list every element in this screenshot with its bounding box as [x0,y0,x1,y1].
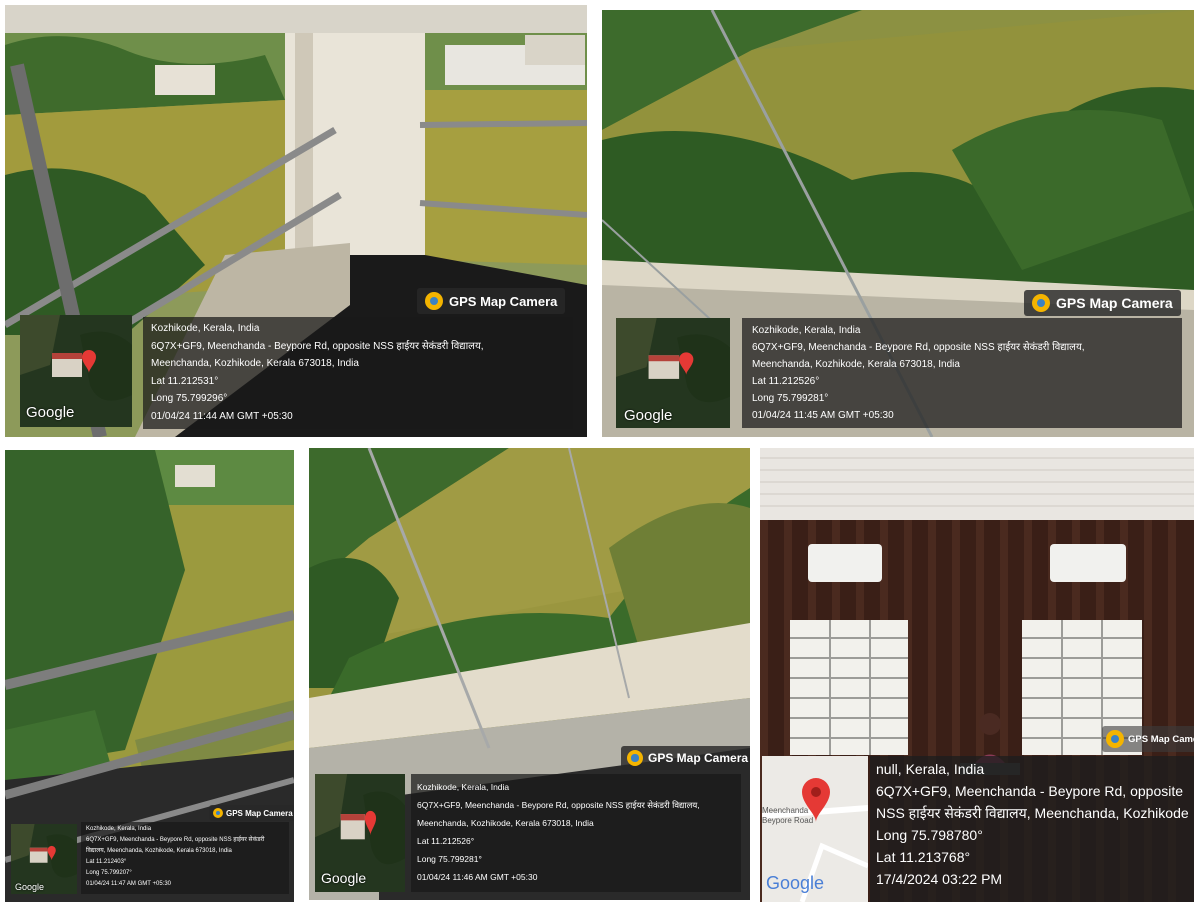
info-line-place: Kozhikode, Kerala, India [151,323,260,334]
info-line-longitude: Long 75.799207° [86,870,132,876]
info-line-timestamp: 01/04/24 11:45 AM GMT +05:30 [752,410,894,421]
map-thumbnail: Meenchanda Beypore Road Google [762,756,868,902]
gps-map-camera-badge: GPS Map Camera [417,288,566,314]
location-info-panel: Kozhikode, Kerala, India 6Q7X+GF9, Meenc… [143,317,573,429]
gps-brand-label: GPS Map Camera [226,808,293,818]
gps-map-camera-badge: GPS Map Camera [621,746,750,770]
photo-lake-glass-2: GPS Map Camera Kozhikode, Kerala, India … [602,10,1194,437]
gps-camera-icon [1032,294,1050,312]
location-info-panel: Kozhikode, Kerala, India 6Q7X+GF9, Meenc… [81,822,289,894]
info-line-address: 6Q7X+GF9, Meenchanda - Beypore Rd, oppos… [86,837,265,843]
gps-brand-label: GPS Map Camera [449,293,558,309]
gps-map-camera-badge: GPS Map Camera [1102,726,1194,752]
info-line-latitude: Lat 11.212526° [417,836,475,846]
info-line-latitude: Lat 11.212526° [752,376,820,387]
map-place-label: Meenchanda Beypore Road [762,806,814,825]
info-line-address: 6Q7X+GF9, Meenchanda - Beypore Rd, oppos… [752,342,1085,353]
info-line-longitude: Long 75.798780° [876,827,983,843]
photo-balcony-lake-1: GPS Map Camera Kozhikode, Kerala, India … [5,5,587,437]
map-thumbnail: Google [20,315,132,427]
info-line-timestamp: 01/04/24 11:46 AM GMT +05:30 [417,872,538,882]
info-line-longitude: Long 75.799281° [417,854,482,864]
info-line-address-2: विद्यालय, Meenchanda, Kozhikode, Kerala … [86,848,232,854]
location-info-panel: Kozhikode, Kerala, India 6Q7X+GF9, Meenc… [742,318,1182,428]
info-line-place: Kozhikode, Kerala, India [752,325,861,336]
google-logo: Google [766,873,825,893]
map-thumbnail: Google [11,824,77,894]
gps-camera-icon [627,750,643,766]
photo-lake-ledge-4: GPS Map Camera Kozhikode, Kerala, India … [309,448,750,900]
location-info-panel: Kozhikode, Kerala, India 6Q7X+GF9, Meenc… [411,774,741,892]
info-line-latitude: Lat 11.212531° [151,375,219,387]
gps-camera-icon [213,808,223,818]
map-thumbnail: Google [616,318,730,428]
info-line-timestamp: 01/04/24 11:44 AM GMT +05:30 [151,410,293,422]
google-logo: Google [624,407,673,424]
info-line-address: 6Q7X+GF9, Meenchanda - Beypore Rd, oppos… [417,800,700,810]
photo-indoor-room-5: GPS Map Camera null, Kerala, India 6Q7X+… [760,448,1194,902]
info-line-latitude: Lat 11.212403° [86,859,127,865]
gps-map-camera-badge: GPS Map Camera [209,805,294,821]
map-thumbnail: Google [315,774,405,892]
gps-camera-icon [1106,730,1124,748]
info-line-timestamp: 17/4/2024 03:22 PM [876,871,1003,887]
info-line-place: null, Kerala, India [876,761,985,777]
location-info-panel: null, Kerala, India 6Q7X+GF9, Meenchanda… [870,756,1194,902]
info-line-timestamp: 01/04/24 11:47 AM GMT +05:30 [86,881,172,887]
info-line-place: Kozhikode, Kerala, India [86,826,152,832]
info-line-address: 6Q7X+GF9, Meenchanda - Beypore Rd, oppos… [151,340,484,352]
info-line-latitude: Lat 11.213768° [876,849,971,865]
info-line-longitude: Long 75.799281° [752,393,829,404]
info-line-address: 6Q7X+GF9, Meenchanda - Beypore Rd, oppos… [876,783,1184,799]
gps-brand-label: GPS Map Camera [648,751,749,765]
info-line-address-2: NSS हाईयर सेकंडरी विद्यालय, Meenchanda, … [876,805,1188,821]
info-line-address-2: Meenchanda, Kozhikode, Kerala 673018, In… [417,818,594,828]
gps-brand-label: GPS Map Camera [1128,733,1194,745]
info-line-address-2: Meenchanda, Kozhikode, Kerala 673018, In… [752,359,960,370]
gps-camera-icon [425,292,443,310]
gps-brand-label: GPS Map Camera [1056,295,1173,311]
google-logo: Google [321,870,367,886]
google-logo: Google [26,404,75,421]
gps-map-camera-badge: GPS Map Camera [1024,290,1181,316]
photo-balcony-lake-3: GPS Map Camera Kozhikode, Kerala, India … [5,450,294,902]
info-line-address-2: Meenchanda, Kozhikode, Kerala 673018, In… [151,358,359,369]
info-line-longitude: Long 75.799296° [151,393,228,404]
info-line-place: Kozhikode, Kerala, India [417,782,510,792]
google-logo: Google [15,882,45,892]
